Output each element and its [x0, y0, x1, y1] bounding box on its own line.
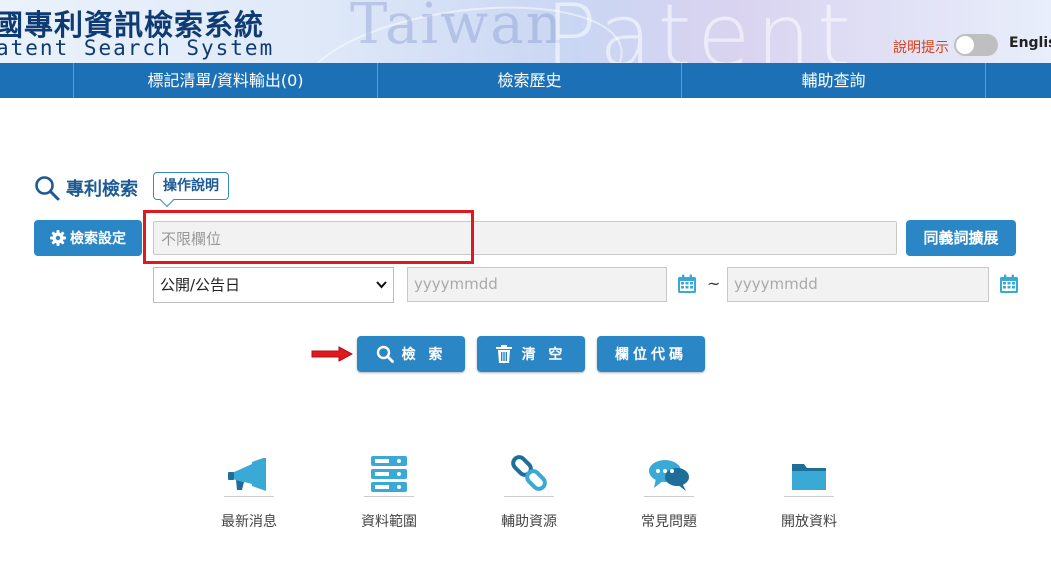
search-button[interactable]: 檢 索: [357, 336, 465, 372]
server-icon: [371, 456, 407, 492]
site-title-en: atent Search System: [0, 36, 275, 60]
field-code-button-label: 欄位代碼: [615, 347, 687, 363]
search-section-title: 專利檢索: [66, 179, 138, 200]
shortcut-divider: [364, 496, 414, 497]
trash-icon: [495, 345, 512, 363]
chat-bubbles-icon: [649, 460, 689, 491]
help-toggle-label: 說明提示: [893, 40, 949, 56]
clear-button[interactable]: 清 空: [477, 336, 585, 372]
shortcut-divider: [224, 496, 274, 497]
nav-item-marked-list[interactable]: 標記清單/資料輸出(0): [74, 63, 377, 98]
chain-link-icon: [511, 455, 547, 491]
date-from-input[interactable]: yyyymmdd: [407, 267, 667, 302]
synonym-expand-button[interactable]: 同義詞擴展: [906, 220, 1016, 256]
highlight-box: [143, 210, 474, 264]
shortcut-assist-resources[interactable]: 輔助資源: [494, 452, 564, 531]
search-icon: [35, 176, 60, 201]
toggle-knob: [956, 36, 974, 54]
field-code-button[interactable]: 欄位代碼: [597, 336, 705, 372]
search-settings-button[interactable]: 檢索設定: [34, 220, 142, 256]
header-banner: Taiwan Patent 國專利資訊檢索系統 atent Search Sys…: [0, 0, 1051, 63]
folder-icon: [792, 464, 826, 490]
shortcut-label: 常見問題: [641, 514, 697, 530]
search-settings-label: 檢索設定: [70, 231, 126, 247]
red-arrow-annotation-icon: [311, 346, 353, 362]
shortcut-latest-news[interactable]: 最新消息: [214, 452, 284, 531]
shortcut-divider: [504, 496, 554, 497]
nav-separator: [985, 63, 986, 98]
help-toggle-switch[interactable]: [954, 34, 998, 56]
shortcut-label: 資料範圍: [361, 514, 417, 530]
shortcut-label: 最新消息: [221, 514, 277, 530]
shortcut-data-scope[interactable]: 資料範圍: [354, 452, 424, 531]
date-field-select[interactable]: 公開/公告日: [153, 267, 394, 303]
date-to-input[interactable]: yyyymmdd: [727, 267, 989, 302]
search-section-heading: 專利檢索: [34, 174, 138, 202]
main-nav: 標記清單/資料輸出(0) 檢索歷史 輔助查詢: [0, 63, 1051, 98]
chevron-down-icon: [376, 268, 387, 316]
date-range-separator: ~: [707, 274, 721, 293]
date-field-selected-value: 公開/公告日: [160, 276, 241, 294]
language-link[interactable]: Englis: [1009, 35, 1051, 51]
nav-item-assist-query[interactable]: 輔助查詢: [682, 63, 985, 98]
shortcut-label: 開放資料: [781, 514, 837, 530]
shortcut-open-data[interactable]: 開放資料: [774, 452, 844, 531]
search-button-label: 檢 索: [401, 347, 447, 363]
megaphone-icon: [228, 458, 266, 491]
shortcut-label: 輔助資源: [501, 514, 557, 530]
gear-icon: [50, 230, 66, 246]
shortcut-divider: [644, 496, 694, 497]
search-icon: [376, 345, 394, 363]
shortcut-faq[interactable]: 常見問題: [634, 452, 704, 531]
clear-button-label: 清 空: [521, 347, 567, 363]
calendar-icon[interactable]: [677, 274, 697, 294]
calendar-icon[interactable]: [999, 274, 1019, 294]
operation-help-button[interactable]: 操作說明: [153, 172, 229, 200]
nav-item-search-history[interactable]: 檢索歷史: [378, 63, 681, 98]
banner-watermark-patent: Patent: [545, 0, 857, 63]
banner-watermark-taiwan: Taiwan: [350, 0, 564, 57]
shortcut-divider: [784, 496, 834, 497]
